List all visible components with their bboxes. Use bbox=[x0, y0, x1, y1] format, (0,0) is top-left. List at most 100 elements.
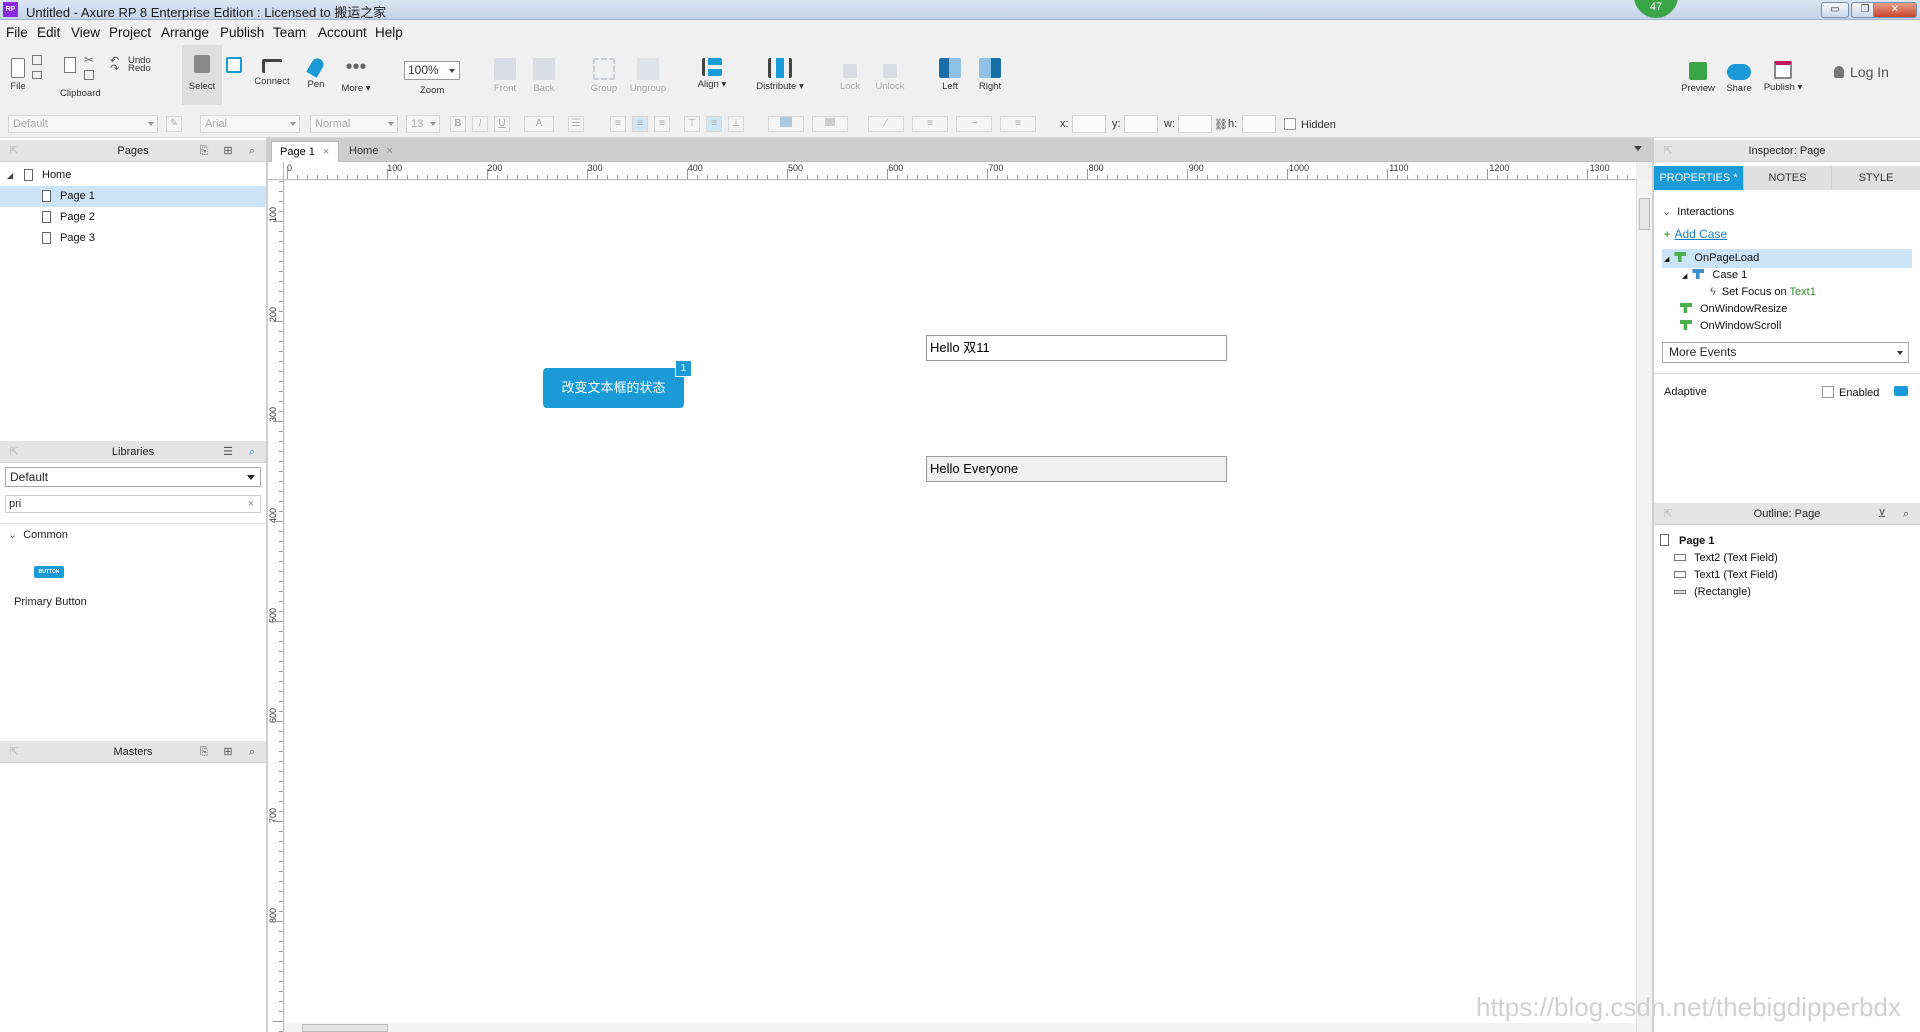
h-input[interactable] bbox=[1242, 115, 1276, 133]
close-button[interactable]: ✕ bbox=[1873, 2, 1917, 18]
connect-tool-button[interactable]: Connect bbox=[252, 45, 292, 105]
outline-item-text2[interactable]: Text2 (Text Field) bbox=[1674, 552, 1778, 564]
action-set-focus[interactable]: ϟ Set Focus on Text1 bbox=[1710, 286, 1816, 298]
ungroup-button[interactable]: Ungroup bbox=[626, 45, 670, 105]
case-1-row[interactable]: ◢ Case 1 bbox=[1682, 269, 1747, 281]
file-button[interactable]: File bbox=[6, 45, 30, 105]
font-family-select[interactable]: Arial bbox=[200, 115, 300, 133]
add-folder-icon[interactable]: ⊞ bbox=[222, 746, 234, 758]
share-button[interactable]: Share bbox=[1720, 45, 1758, 105]
publish-button[interactable]: Publish ▾ bbox=[1760, 45, 1806, 105]
menu-team[interactable]: Team bbox=[273, 25, 306, 40]
zoom-control[interactable]: 100% Zoom bbox=[402, 45, 460, 105]
pen-tool-button[interactable]: Pen bbox=[300, 45, 332, 105]
interactions-section[interactable]: ⌄ Interactions bbox=[1662, 205, 1734, 218]
zoom-select[interactable]: 100% bbox=[404, 61, 460, 80]
w-input[interactable] bbox=[1178, 115, 1212, 133]
redo-button[interactable]: ↷ Redo bbox=[110, 62, 154, 82]
adaptive-views-icon[interactable] bbox=[1894, 386, 1908, 396]
arrow-style-button[interactable]: ≡ bbox=[1000, 116, 1036, 132]
left-pane-toggle[interactable]: Left bbox=[934, 45, 966, 105]
group-button[interactable]: Group bbox=[586, 45, 622, 105]
clipboard-button[interactable]: ✂ Clipboard bbox=[58, 45, 102, 105]
search-icon[interactable]: ⌕ bbox=[246, 746, 258, 758]
notification-badge[interactable]: 47 bbox=[1634, 0, 1678, 18]
close-tab-icon[interactable]: × bbox=[323, 146, 329, 158]
send-back-button[interactable]: Back bbox=[526, 45, 562, 105]
adaptive-enabled-checkbox[interactable]: Enabled bbox=[1822, 386, 1879, 399]
lock-button[interactable]: Lock bbox=[834, 45, 866, 105]
shadow-button[interactable] bbox=[812, 116, 848, 132]
bold-button[interactable]: B bbox=[450, 116, 466, 132]
add-folder-icon[interactable]: ⊞ bbox=[222, 145, 234, 157]
menu-help[interactable]: Help bbox=[375, 25, 403, 40]
login-button[interactable]: Log In bbox=[1834, 64, 1889, 80]
tab-home[interactable]: Home × bbox=[341, 141, 405, 162]
event-onwindowresize[interactable]: OnWindowResize bbox=[1680, 303, 1787, 315]
filter-icon[interactable]: ⊻ bbox=[1876, 508, 1888, 520]
select-tool-button[interactable]: Select bbox=[182, 45, 222, 105]
horizontal-scrollbar[interactable] bbox=[285, 1023, 1636, 1032]
menu-icon[interactable]: ☰ bbox=[222, 446, 234, 458]
unlock-button[interactable]: Unlock bbox=[872, 45, 908, 105]
y-input[interactable] bbox=[1124, 115, 1158, 133]
collapse-icon[interactable]: ⇱ bbox=[8, 746, 20, 758]
page-tree-item-page2[interactable]: Page 2 bbox=[0, 207, 267, 228]
search-icon[interactable]: ⌕ bbox=[246, 446, 258, 458]
hidden-checkbox[interactable]: Hidden bbox=[1284, 118, 1336, 131]
collapse-icon[interactable]: ⇱ bbox=[1662, 508, 1674, 520]
font-weight-select[interactable]: Normal bbox=[310, 115, 398, 133]
add-case-link[interactable]: + Add Case bbox=[1664, 227, 1727, 241]
select-mode-button[interactable] bbox=[224, 45, 244, 105]
valign-top-icon[interactable]: ⊤ bbox=[684, 116, 700, 132]
open-save-buttons[interactable] bbox=[30, 45, 42, 105]
italic-button[interactable]: I bbox=[472, 116, 488, 132]
text2-field[interactable]: Hello 双11 bbox=[926, 335, 1227, 361]
line-width-button[interactable]: ≡ bbox=[912, 116, 948, 132]
valign-middle-icon[interactable]: ≡ bbox=[706, 116, 722, 132]
vertical-scrollbar[interactable] bbox=[1636, 180, 1652, 1032]
menu-arrange[interactable]: Arrange bbox=[161, 25, 209, 40]
search-icon[interactable]: ⌕ bbox=[246, 145, 258, 157]
primary-button-widget-label[interactable]: Primary Button bbox=[14, 596, 87, 608]
underline-button[interactable]: U bbox=[494, 116, 510, 132]
tab-style[interactable]: STYLE bbox=[1832, 166, 1920, 190]
close-tab-icon[interactable]: × bbox=[386, 145, 392, 157]
more-tools-button[interactable]: ••• More ▾ bbox=[338, 45, 374, 105]
menu-edit[interactable]: Edit bbox=[37, 25, 60, 40]
add-master-icon[interactable]: ⎘ bbox=[198, 746, 210, 758]
valign-bottom-icon[interactable]: ⊥ bbox=[728, 116, 744, 132]
library-group-common[interactable]: ⌄ Common bbox=[8, 528, 68, 541]
collapse-icon[interactable]: ⇱ bbox=[8, 145, 20, 157]
align-text-right-icon[interactable]: ≡ bbox=[654, 116, 670, 132]
line-color-button[interactable]: ∕ bbox=[868, 116, 904, 132]
align-button[interactable]: Align ▾ bbox=[692, 45, 732, 105]
more-events-select[interactable]: More Events bbox=[1662, 342, 1909, 363]
scroll-thumb[interactable] bbox=[1639, 198, 1650, 230]
text1-field[interactable]: Hello Everyone bbox=[926, 456, 1227, 482]
line-style-button[interactable]: ┄ bbox=[956, 116, 992, 132]
page-tree-item-page3[interactable]: Page 3 bbox=[0, 228, 267, 249]
fill-color-button[interactable] bbox=[768, 116, 804, 132]
add-page-icon[interactable]: ⎘ bbox=[198, 145, 210, 157]
page-tree-item-home[interactable]: ◢ Home bbox=[0, 165, 267, 186]
right-pane-toggle[interactable]: Right bbox=[974, 45, 1006, 105]
lock-ratio-icon[interactable]: ⛓ bbox=[1214, 118, 1228, 131]
menu-publish[interactable]: Publish bbox=[220, 25, 264, 40]
preview-button[interactable]: Preview bbox=[1678, 45, 1718, 105]
expand-triangle-icon[interactable]: ◢ bbox=[7, 165, 13, 186]
menu-account[interactable]: Account bbox=[318, 25, 367, 40]
bullet-list-icon[interactable]: ☰ bbox=[568, 116, 584, 132]
font-size-select[interactable]: 13 bbox=[406, 115, 440, 133]
tab-notes[interactable]: NOTES bbox=[1744, 166, 1832, 190]
primary-button-widget-icon[interactable]: BUTTON bbox=[34, 566, 64, 578]
bring-front-button[interactable]: Front bbox=[487, 45, 523, 105]
scroll-thumb[interactable] bbox=[302, 1024, 388, 1032]
search-icon[interactable]: ⌕ bbox=[1900, 508, 1912, 520]
minimize-button[interactable]: ▭ bbox=[1821, 2, 1849, 18]
design-canvas[interactable]: 改变文本框的状态 1 Hello 双11 Hello Everyone bbox=[285, 181, 1636, 1023]
font-color-button[interactable]: A bbox=[524, 116, 554, 132]
tab-page1[interactable]: Page 1 × bbox=[271, 141, 339, 162]
page-tree-item-page1[interactable]: Page 1 bbox=[0, 186, 267, 207]
outline-item-rectangle[interactable]: (Rectangle) bbox=[1674, 586, 1751, 598]
